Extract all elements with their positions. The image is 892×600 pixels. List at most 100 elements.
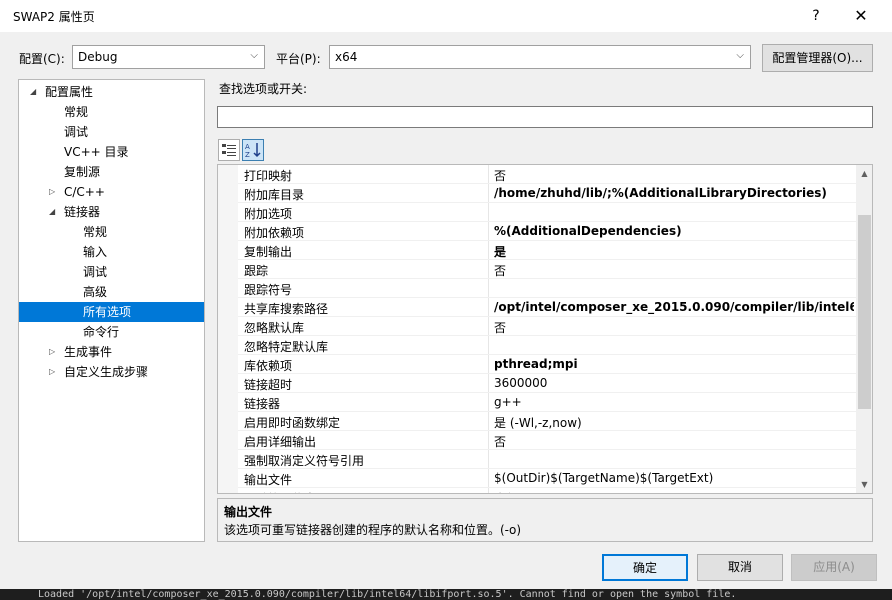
- property-value[interactable]: 是: [494, 243, 854, 259]
- column-divider: [488, 469, 489, 487]
- tree-item-label: VC++ 目录: [64, 145, 129, 159]
- tree-item-linker-general[interactable]: 常规: [19, 222, 204, 242]
- tree-item-build-events[interactable]: ▷ 生成事件: [19, 342, 204, 362]
- tree-item-label: 调试: [64, 125, 89, 139]
- help-button[interactable]: ?: [801, 4, 831, 28]
- property-value[interactable]: /opt/intel/composer_xe_2015.0.090/compil…: [494, 300, 854, 314]
- property-name: 链接超时: [244, 378, 293, 392]
- property-row[interactable]: 附加依赖项 %(AdditionalDependencies): [238, 222, 856, 241]
- property-row[interactable]: 启用即时函数绑定 是 (-Wl,-z,now): [238, 412, 856, 431]
- column-divider: [488, 279, 489, 297]
- property-row[interactable]: 忽略特定默认库: [238, 336, 856, 355]
- tree-item-label: C/C++: [64, 185, 105, 199]
- property-name: 忽略默认库: [244, 321, 305, 335]
- property-value[interactable]: 否: [494, 262, 854, 278]
- expanded-icon[interactable]: ◢: [30, 82, 36, 102]
- property-row[interactable]: 跟踪 否: [238, 260, 856, 279]
- close-button[interactable]: ✕: [846, 4, 876, 28]
- property-row[interactable]: 启用详细输出 否: [238, 431, 856, 450]
- tree-item-label: 高级: [83, 285, 108, 299]
- scrollbar-thumb[interactable]: [858, 215, 871, 409]
- category-tree[interactable]: ◢ 配置属性 常规 调试 VC++ 目录 复制源 ▷ C/C++ ◢ 链接器 常…: [18, 79, 205, 542]
- property-value[interactable]: /home/zhuhd/lib/;%(AdditionalLibraryDire…: [494, 186, 854, 200]
- tree-item-vc-directories[interactable]: VC++ 目录: [19, 142, 204, 162]
- collapsed-icon[interactable]: ▷: [49, 362, 55, 382]
- property-row[interactable]: 跟踪符号: [238, 279, 856, 298]
- tree-item-linker-debugging[interactable]: 调试: [19, 262, 204, 282]
- apply-button[interactable]: 应用(A): [791, 554, 877, 581]
- description-text: 该选项可重写链接器创建的程序的默认名称和位置。(-o): [224, 523, 522, 537]
- expanded-icon[interactable]: ◢: [49, 202, 55, 222]
- platform-value: x64: [335, 50, 358, 64]
- tree-item-general[interactable]: 常规: [19, 102, 204, 122]
- title-bar: SWAP2 属性页 ? ✕: [0, 0, 892, 32]
- ok-button[interactable]: 确定: [602, 554, 688, 581]
- collapsed-icon[interactable]: ▷: [49, 182, 55, 202]
- property-value[interactable]: g++: [494, 395, 854, 409]
- property-value[interactable]: 否: [494, 167, 854, 183]
- categorized-view-button[interactable]: [218, 139, 240, 161]
- scroll-down-icon[interactable]: ▼: [856, 476, 872, 493]
- column-divider: [488, 355, 489, 373]
- property-row[interactable]: 链接超时 3600000: [238, 374, 856, 393]
- platform-label: 平台(P):: [276, 52, 321, 66]
- tree-item-linker-advanced[interactable]: 高级: [19, 282, 204, 302]
- platform-select[interactable]: x64 ⌵: [329, 45, 751, 69]
- tree-item-linker[interactable]: ◢ 链接器: [19, 202, 204, 222]
- chevron-down-icon: ⌵: [250, 50, 258, 61]
- tree-item-config-properties[interactable]: ◢ 配置属性: [19, 82, 204, 102]
- property-row[interactable]: 库依赖项 pthread;mpi: [238, 355, 856, 374]
- tree-item-label: 复制源: [64, 165, 101, 179]
- tree-item-linker-command-line[interactable]: 命令行: [19, 322, 204, 342]
- column-divider: [488, 241, 489, 259]
- property-value[interactable]: 否: [494, 319, 854, 335]
- property-row[interactable]: 附加选项: [238, 203, 856, 222]
- tree-item-label: 调试: [83, 265, 108, 279]
- description-title: 输出文件: [224, 505, 273, 519]
- column-divider: [488, 317, 489, 335]
- tree-item-c-cpp[interactable]: ▷ C/C++: [19, 182, 204, 202]
- search-input[interactable]: [217, 106, 873, 128]
- property-value[interactable]: 全部(-g): [494, 490, 854, 493]
- property-row[interactable]: 链接器 g++: [238, 393, 856, 412]
- property-value[interactable]: 3600000: [494, 376, 854, 390]
- property-value[interactable]: 是 (-Wl,-z,now): [494, 414, 854, 430]
- tree-item-linker-all-options[interactable]: 所有选项: [19, 302, 204, 322]
- property-name: 跟踪符号: [244, 283, 293, 297]
- property-row[interactable]: 附加库目录/home/zhuhd/lib/;%(AdditionalLibrar…: [238, 184, 856, 203]
- property-name: 输出文件: [244, 473, 293, 487]
- property-name: 库依赖项: [244, 359, 293, 373]
- property-row[interactable]: 调试符号信息 全部(-g): [238, 488, 856, 493]
- collapsed-icon[interactable]: ▷: [49, 342, 55, 362]
- property-grid-scrollbar[interactable]: ▲ ▼: [856, 165, 872, 493]
- tree-item-custom-build-step[interactable]: ▷ 自定义生成步骤: [19, 362, 204, 382]
- alphabetical-view-button[interactable]: A Z: [242, 139, 264, 161]
- property-name: 附加依赖项: [244, 226, 305, 240]
- property-row[interactable]: 共享库搜索路径/opt/intel/composer_xe_2015.0.090…: [238, 298, 856, 317]
- tree-item-label: 常规: [83, 225, 108, 239]
- tree-item-linker-input[interactable]: 输入: [19, 242, 204, 262]
- property-value[interactable]: %(AdditionalDependencies): [494, 224, 854, 238]
- categorized-icon: [222, 144, 236, 156]
- column-divider: [488, 222, 489, 240]
- tree-item-copy-sources[interactable]: 复制源: [19, 162, 204, 182]
- property-name: 共享库搜索路径: [244, 302, 329, 316]
- tree-item-debugging[interactable]: 调试: [19, 122, 204, 142]
- scroll-up-icon[interactable]: ▲: [856, 165, 872, 182]
- cancel-button[interactable]: 取消: [697, 554, 783, 581]
- property-row[interactable]: 强制取消定义符号引用: [238, 450, 856, 469]
- search-label: 查找选项或开关:: [219, 82, 308, 96]
- property-grid[interactable]: 打印映射否附加库目录/home/zhuhd/lib/;%(AdditionalL…: [217, 164, 873, 494]
- config-manager-button[interactable]: 配置管理器(O)...: [762, 44, 873, 72]
- tree-item-label: 常规: [64, 105, 89, 119]
- column-divider: [488, 488, 489, 493]
- config-select[interactable]: Debug ⌵: [72, 45, 265, 69]
- property-value[interactable]: pthread;mpi: [494, 357, 854, 371]
- property-row[interactable]: 忽略默认库 否: [238, 317, 856, 336]
- property-row[interactable]: 输出文件 $(OutDir)$(TargetName)$(TargetExt): [238, 469, 856, 488]
- property-value[interactable]: 否: [494, 433, 854, 449]
- property-name: 强制取消定义符号引用: [244, 454, 365, 468]
- property-row[interactable]: 打印映射 否: [238, 165, 856, 184]
- property-row[interactable]: 复制输出 是: [238, 241, 856, 260]
- property-value[interactable]: $(OutDir)$(TargetName)$(TargetExt): [494, 471, 854, 485]
